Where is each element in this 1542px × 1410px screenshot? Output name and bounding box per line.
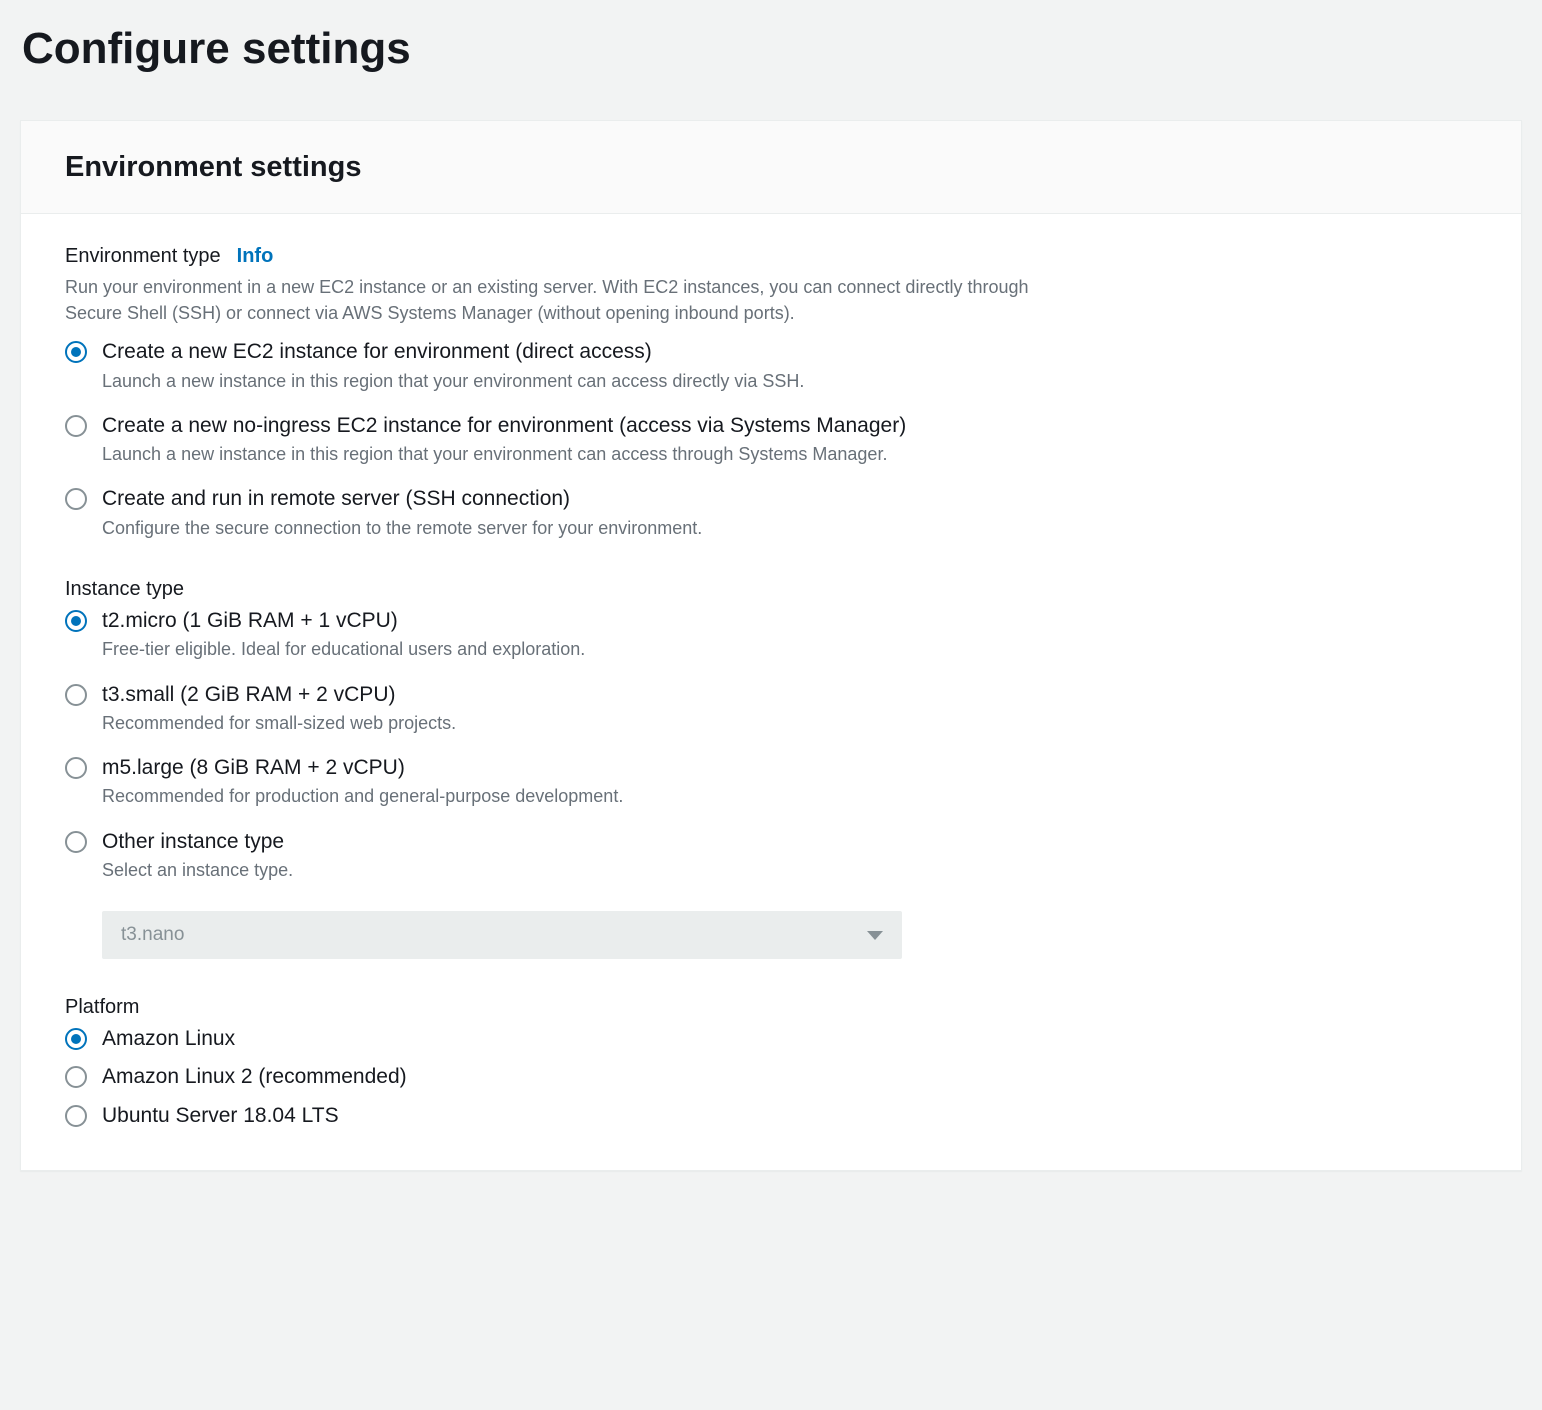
radio-label: Amazon Linux bbox=[102, 1025, 1477, 1053]
select-value: t3.nano bbox=[121, 922, 184, 949]
platform-option-ubuntu-1804[interactable]: Ubuntu Server 18.04 LTS bbox=[65, 1102, 1477, 1130]
radio-label: Create and run in remote server (SSH con… bbox=[102, 485, 1477, 513]
radio-label: t3.small (2 GiB RAM + 2 vCPU) bbox=[102, 681, 1477, 709]
platform-option-amazon-linux[interactable]: Amazon Linux bbox=[65, 1025, 1477, 1053]
radio-description: Free-tier eligible. Ideal for educationa… bbox=[102, 637, 1477, 662]
env-type-option-no-ingress[interactable]: Create a new no-ingress EC2 instance for… bbox=[65, 412, 1477, 468]
env-type-option-direct-access[interactable]: Create a new EC2 instance for environmen… bbox=[65, 338, 1477, 394]
radio-icon bbox=[65, 1028, 87, 1050]
radio-icon bbox=[65, 488, 87, 510]
env-type-info-link[interactable]: Info bbox=[237, 242, 274, 270]
radio-label: Amazon Linux 2 (recommended) bbox=[102, 1063, 1477, 1091]
radio-description: Launch a new instance in this region tha… bbox=[102, 369, 1477, 394]
panel-header: Environment settings bbox=[21, 121, 1521, 215]
env-type-description: Run your environment in a new EC2 instan… bbox=[65, 274, 1065, 326]
platform-option-amazon-linux-2[interactable]: Amazon Linux 2 (recommended) bbox=[65, 1063, 1477, 1091]
radio-icon bbox=[65, 1066, 87, 1088]
radio-label: Create a new EC2 instance for environmen… bbox=[102, 338, 1477, 366]
radio-description: Select an instance type. bbox=[102, 858, 1477, 883]
env-type-title: Environment type bbox=[65, 242, 221, 270]
radio-description: Launch a new instance in this region tha… bbox=[102, 442, 1477, 467]
instance-type-option-other[interactable]: Other instance type Select an instance t… bbox=[65, 828, 1477, 884]
radio-icon bbox=[65, 341, 87, 363]
radio-label: m5.large (8 GiB RAM + 2 vCPU) bbox=[102, 754, 1477, 782]
radio-label: Other instance type bbox=[102, 828, 1477, 856]
env-type-radio-group: Create a new EC2 instance for environmen… bbox=[65, 338, 1477, 541]
radio-icon bbox=[65, 415, 87, 437]
radio-icon bbox=[65, 684, 87, 706]
radio-icon bbox=[65, 831, 87, 853]
instance-type-radio-group: t2.micro (1 GiB RAM + 1 vCPU) Free-tier … bbox=[65, 607, 1477, 883]
radio-icon bbox=[65, 610, 87, 632]
platform-radio-group: Amazon Linux Amazon Linux 2 (recommended… bbox=[65, 1025, 1477, 1130]
panel-header-title: Environment settings bbox=[65, 147, 1477, 188]
radio-icon bbox=[65, 1105, 87, 1127]
radio-label: t2.micro (1 GiB RAM + 1 vCPU) bbox=[102, 607, 1477, 635]
platform-title: Platform bbox=[65, 993, 139, 1021]
caret-down-icon bbox=[867, 931, 883, 940]
other-instance-type-select: t3.nano bbox=[102, 911, 902, 959]
env-type-option-remote-server[interactable]: Create and run in remote server (SSH con… bbox=[65, 485, 1477, 541]
radio-label: Create a new no-ingress EC2 instance for… bbox=[102, 412, 1477, 440]
radio-description: Configure the secure connection to the r… bbox=[102, 516, 1477, 541]
environment-settings-panel: Environment settings Environment type In… bbox=[20, 120, 1522, 1172]
radio-description: Recommended for small-sized web projects… bbox=[102, 711, 1477, 736]
radio-description: Recommended for production and general-p… bbox=[102, 784, 1477, 809]
page-title: Configure settings bbox=[22, 18, 1522, 80]
instance-type-option-m5-large[interactable]: m5.large (8 GiB RAM + 2 vCPU) Recommende… bbox=[65, 754, 1477, 810]
instance-type-option-t2-micro[interactable]: t2.micro (1 GiB RAM + 1 vCPU) Free-tier … bbox=[65, 607, 1477, 663]
radio-label: Ubuntu Server 18.04 LTS bbox=[102, 1102, 1477, 1130]
instance-type-title: Instance type bbox=[65, 575, 184, 603]
instance-type-option-t3-small[interactable]: t3.small (2 GiB RAM + 2 vCPU) Recommende… bbox=[65, 681, 1477, 737]
radio-icon bbox=[65, 757, 87, 779]
